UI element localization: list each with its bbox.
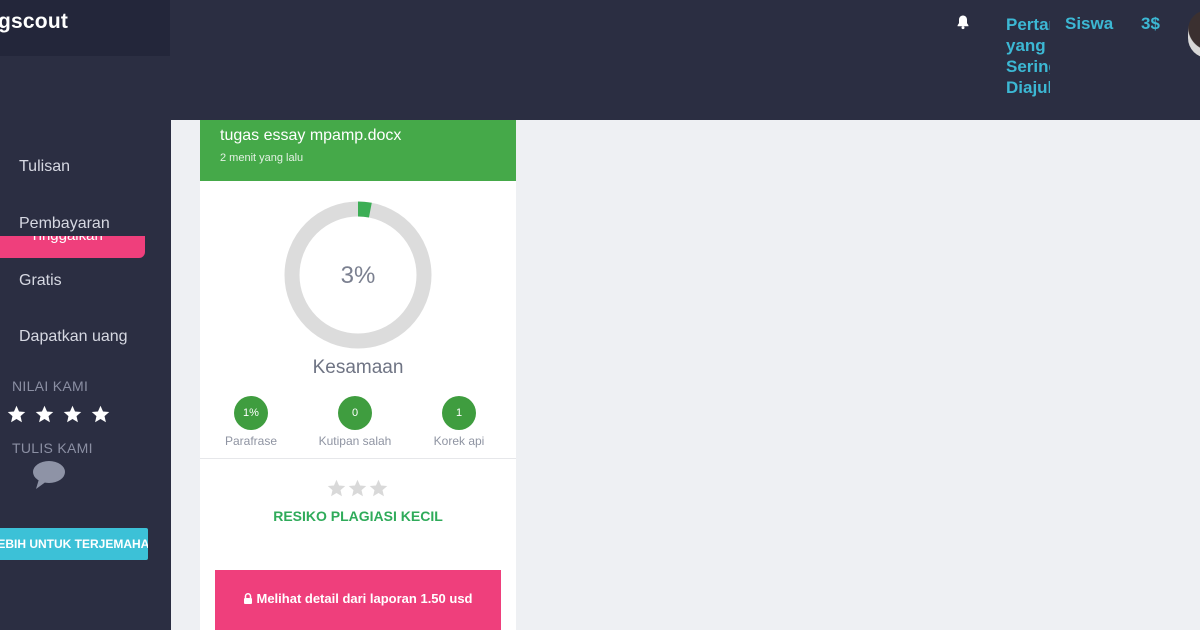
bell-icon[interactable] — [955, 14, 971, 30]
logo-area[interactable]: gscout — [0, 0, 170, 56]
risk-label: RESIKO PLAGIASI KECIL — [273, 508, 443, 524]
lock-icon — [244, 593, 253, 604]
stat-label: Kutipan salah — [318, 434, 392, 448]
star-icon[interactable] — [90, 404, 111, 425]
rate-heading: NILAI KAMI — [12, 378, 89, 394]
top-bar: gscout Pertanyaan yang Sering Diajukan S… — [0, 0, 1200, 120]
star-icon[interactable] — [6, 404, 27, 425]
star-icon — [348, 479, 367, 497]
stat-paraphrase: 1% Parafrase — [206, 396, 296, 448]
write-heading: TULIS KAMI — [12, 440, 93, 456]
chat-bubble-icon[interactable] — [32, 460, 66, 490]
avatar[interactable] — [1188, 10, 1200, 58]
logo[interactable]: gscout — [0, 10, 68, 34]
sidebar-item-active[interactable]: Tinggalkan — [0, 236, 145, 258]
similarity-label: Kesamaan — [312, 357, 404, 378]
sidebar-item-pembayaran[interactable]: Pembayaran — [19, 215, 110, 233]
main-content-area — [516, 120, 1200, 630]
star-icon — [369, 479, 388, 497]
sidebar-item-dapatkan-uang[interactable]: Dapatkan uang — [19, 328, 128, 346]
stat-label: Korek api — [433, 434, 485, 448]
upload-time: 2 menit yang lalu — [220, 152, 304, 164]
rating-stars[interactable] — [6, 404, 111, 425]
star-icon[interactable] — [34, 404, 55, 425]
risk-stars — [326, 478, 389, 499]
balance-display[interactable]: 3$ — [1141, 14, 1160, 34]
star-icon — [327, 479, 346, 497]
stat-wrong-quotes: 0 Kutipan salah — [310, 396, 400, 448]
divider — [200, 458, 516, 459]
sidebar-item-tulisan[interactable]: Tulisan — [19, 158, 70, 176]
translation-cta-button[interactable]: LEBIH UNTUK TERJEMAHANA — [0, 528, 148, 560]
view-report-details-button[interactable]: Melihat detail dari laporan 1.50 usd — [215, 570, 501, 630]
sidebar-item-label: Tinggalkan — [30, 236, 103, 244]
sidebar-item-gratis[interactable]: Gratis — [19, 272, 62, 290]
view-report-details-label: Melihat detail dari laporan 1.50 usd — [256, 591, 473, 606]
stat-label: Parafrase — [224, 434, 278, 448]
similarity-value: 3% — [340, 262, 376, 289]
nav-role-link[interactable]: Siswa — [1065, 14, 1113, 34]
file-name: tugas essay mpamp.docx — [220, 127, 402, 144]
report-card: tugas essay mpamp.docx 2 menit yang lalu… — [200, 120, 516, 630]
nav-faq-link[interactable]: Pertanyaan yang Sering Diajukan — [1006, 14, 1050, 98]
stat-value: 1 — [442, 396, 476, 430]
star-icon[interactable] — [62, 404, 83, 425]
stat-value: 1% — [234, 396, 268, 430]
stat-matches: 1 Korek api — [414, 396, 504, 448]
stat-value: 0 — [338, 396, 372, 430]
report-header: tugas essay mpamp.docx 2 menit yang lalu — [200, 120, 516, 181]
